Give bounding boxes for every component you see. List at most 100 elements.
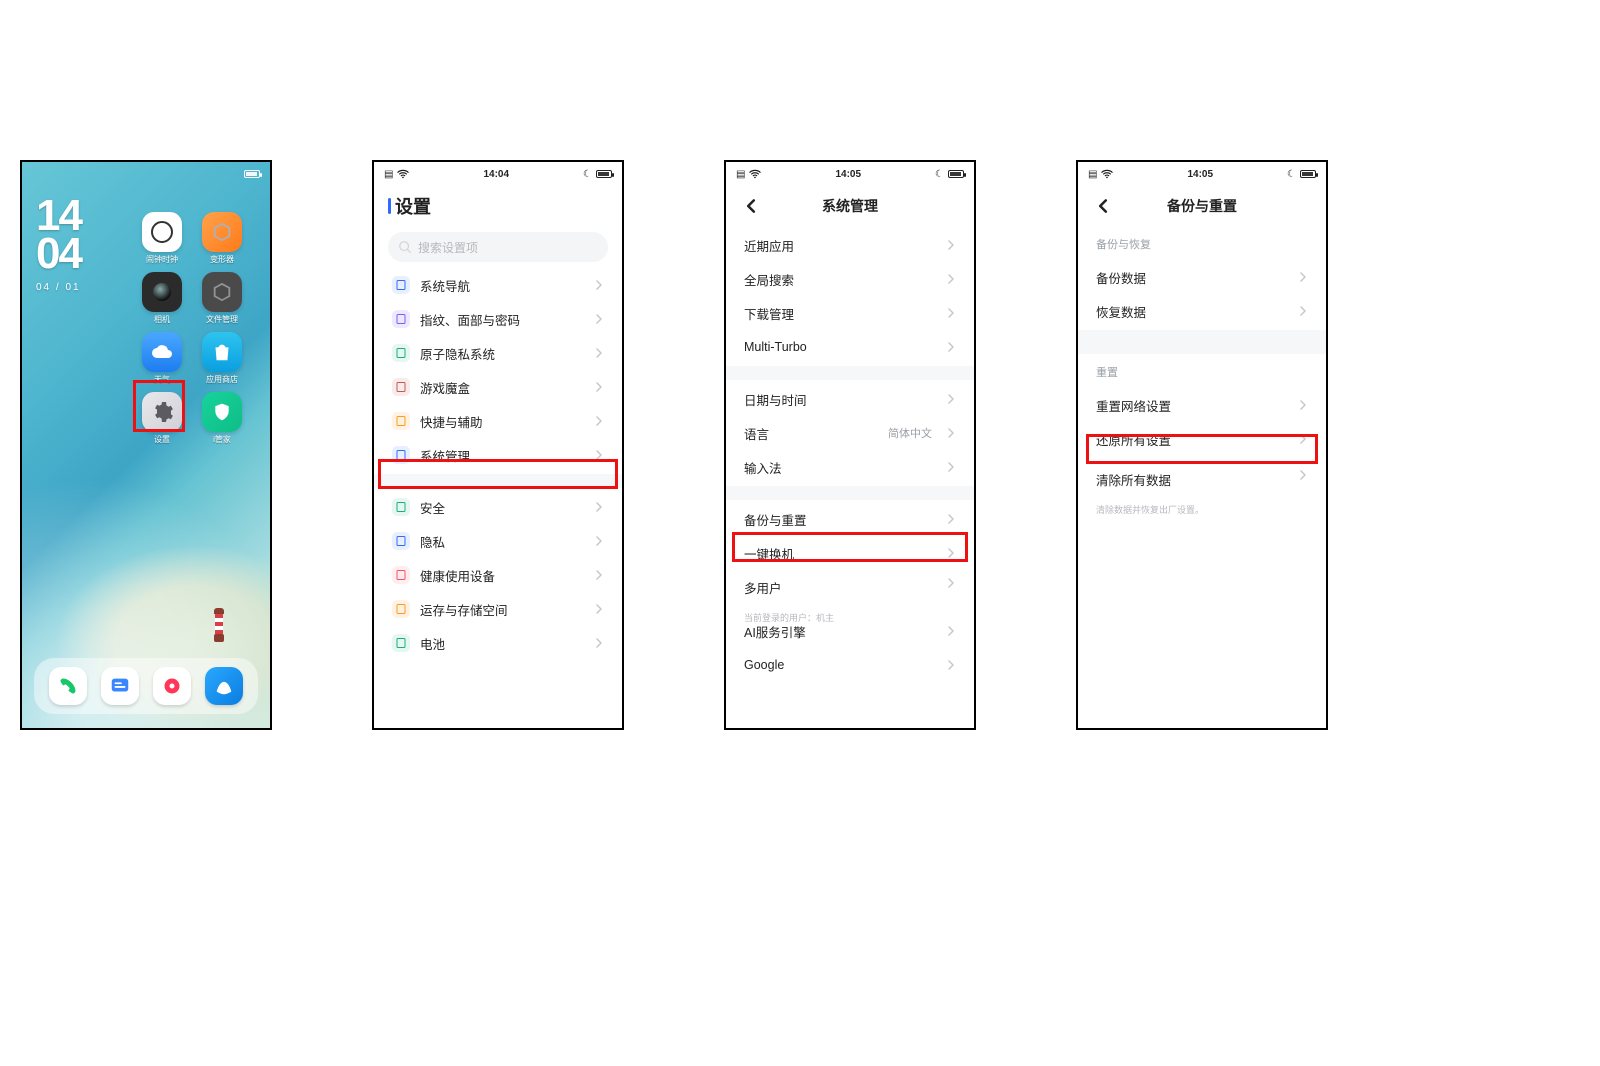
status-moon-icon: ☾ bbox=[583, 169, 592, 180]
row-restore-data[interactable]: 恢复数据 bbox=[1078, 294, 1326, 328]
status-time: 14:05 bbox=[1187, 169, 1213, 180]
browser-icon bbox=[213, 675, 235, 697]
status-bar: ▤ 14:04 ☾ bbox=[374, 162, 622, 186]
privacy-icon bbox=[392, 344, 410, 362]
row-system-mgmt[interactable]: 系统管理 bbox=[374, 438, 622, 472]
chevron-right-icon bbox=[946, 342, 956, 352]
sysmgmt-group-3: 备份与重置 一键换机 多用户 当前登录的用户：机主 AI服务引擎 Google bbox=[726, 500, 974, 684]
settings-group-1: 系统导航 指纹、面部与密码 原子隐私系统 游戏魔盒 快捷与辅助 系统管理 bbox=[374, 266, 622, 474]
settings-group-2: 安全 隐私 健康使用设备 运存与存储空间 电池 bbox=[374, 488, 622, 662]
themes-icon bbox=[202, 212, 242, 252]
chevron-right-icon bbox=[946, 308, 956, 318]
row-gamebox[interactable]: 游戏魔盒 bbox=[374, 370, 622, 404]
dock-music[interactable] bbox=[153, 667, 191, 705]
row-input-method[interactable]: 输入法 bbox=[726, 450, 974, 484]
row-backup-reset[interactable]: 备份与重置 bbox=[726, 502, 974, 536]
row-date-time[interactable]: 日期与时间 bbox=[726, 382, 974, 416]
phone-settings: ▤ 14:04 ☾ 设置 搜索设置项 系统导航 指纹、面部与密码 原子隐私系统 … bbox=[372, 160, 624, 730]
backup-section-2: 重置网络设置 还原所有设置 清除所有数据 清除数据并恢复出厂设置。 bbox=[1078, 386, 1326, 508]
row-privacy[interactable]: 隐私 bbox=[374, 524, 622, 558]
row-ai-engine[interactable]: AI服务引擎 bbox=[726, 614, 974, 648]
row-easy-share[interactable]: 一键换机 bbox=[726, 536, 974, 570]
row-global-search[interactable]: 全局搜索 bbox=[726, 262, 974, 296]
section-gap bbox=[726, 366, 974, 380]
battery-icon bbox=[1300, 170, 1316, 178]
section-gap bbox=[1078, 330, 1326, 354]
status-bar: ▤ 14:05 ☾ bbox=[726, 162, 974, 186]
status-carrier-icon: ▤ bbox=[384, 169, 393, 180]
status-carrier-icon: ▤ bbox=[736, 169, 745, 180]
row-recent-apps[interactable]: 近期应用 bbox=[726, 228, 974, 262]
chevron-right-icon bbox=[594, 348, 604, 358]
shortcut-icon bbox=[392, 412, 410, 430]
app-clock[interactable]: 闹钟时钟 bbox=[138, 212, 186, 268]
chevron-right-icon bbox=[946, 428, 956, 438]
storage-icon bbox=[392, 600, 410, 618]
messages-icon bbox=[109, 675, 131, 697]
row-backup-data[interactable]: 备份数据 bbox=[1078, 260, 1326, 294]
app-weather[interactable]: 天气 bbox=[138, 332, 186, 388]
chevron-right-icon bbox=[594, 314, 604, 324]
page-title: 设置 bbox=[388, 193, 431, 219]
chevron-right-icon bbox=[946, 514, 956, 524]
chevron-right-icon bbox=[1298, 400, 1308, 410]
status-bar: ▤ 14:05 ☾ bbox=[1078, 162, 1326, 186]
app-camera[interactable]: 相机 bbox=[138, 272, 186, 328]
section-label-reset: 重置 bbox=[1078, 354, 1326, 386]
dock-browser[interactable] bbox=[205, 667, 243, 705]
row-google[interactable]: Google bbox=[726, 648, 974, 682]
phone-icon bbox=[58, 676, 78, 696]
home-clock-widget: 14 04 04 / 01 bbox=[36, 198, 81, 293]
wifi-icon bbox=[1101, 169, 1113, 179]
row-language[interactable]: 语言简体中文 bbox=[726, 416, 974, 450]
backup-section-1: 备份数据 恢复数据 bbox=[1078, 258, 1326, 330]
chevron-right-icon bbox=[1298, 434, 1308, 444]
app-settings[interactable]: 设置 bbox=[138, 392, 186, 448]
chevron-right-icon bbox=[594, 502, 604, 512]
row-reset-all-settings[interactable]: 还原所有设置 bbox=[1078, 422, 1326, 456]
row-fingerprint[interactable]: 指纹、面部与密码 bbox=[374, 302, 622, 336]
row-download-mgmt[interactable]: 下载管理 bbox=[726, 296, 974, 330]
row-erase-all[interactable]: 清除所有数据 清除数据并恢复出厂设置。 bbox=[1078, 462, 1326, 506]
row-multi-turbo[interactable]: Multi-Turbo bbox=[726, 330, 974, 364]
app-imanager[interactable]: i管家 bbox=[198, 392, 246, 448]
row-storage[interactable]: 运存与存储空间 bbox=[374, 592, 622, 626]
page-title: 备份与重置 bbox=[1078, 196, 1326, 216]
row-sys-nav[interactable]: 系统导航 bbox=[374, 268, 622, 302]
chevron-right-icon bbox=[946, 548, 956, 558]
dock-phone[interactable] bbox=[49, 667, 87, 705]
chevron-right-icon bbox=[594, 280, 604, 290]
row-privacy-sys[interactable]: 原子隐私系统 bbox=[374, 336, 622, 370]
wifi-icon bbox=[749, 169, 761, 179]
app-themes[interactable]: 变形器 bbox=[198, 212, 246, 268]
wallpaper-lighthouse bbox=[212, 608, 226, 642]
app-store[interactable]: 应用商店 bbox=[198, 332, 246, 388]
clock-icon bbox=[142, 212, 182, 252]
dock-messages[interactable] bbox=[101, 667, 139, 705]
row-battery[interactable]: 电池 bbox=[374, 626, 622, 660]
row-erase-all-sub: 清除数据并恢复出厂设置。 bbox=[1096, 503, 1204, 516]
status-moon-icon: ☾ bbox=[1287, 169, 1296, 180]
chevron-right-icon bbox=[946, 660, 956, 670]
app-cube[interactable]: 文件管理 bbox=[198, 272, 246, 328]
phone-backup-reset: ▤ 14:05 ☾ 备份与重置 备份与恢复 备份数据 恢复数据 重置 重置网络设… bbox=[1076, 160, 1328, 730]
page-header: 备份与重置 bbox=[1078, 186, 1326, 226]
weather-icon bbox=[142, 332, 182, 372]
row-reset-network[interactable]: 重置网络设置 bbox=[1078, 388, 1326, 422]
search-placeholder: 搜索设置项 bbox=[418, 239, 478, 256]
row-security[interactable]: 安全 bbox=[374, 490, 622, 524]
sysmgmt-group-1: 近期应用 全局搜索 下载管理 Multi-Turbo bbox=[726, 226, 974, 366]
search-input[interactable]: 搜索设置项 bbox=[388, 232, 608, 262]
row-health[interactable]: 健康使用设备 bbox=[374, 558, 622, 592]
status-time: 14:04 bbox=[483, 169, 509, 180]
page-title: 系统管理 bbox=[726, 196, 974, 216]
row-shortcut[interactable]: 快捷与辅助 bbox=[374, 404, 622, 438]
battery-icon bbox=[948, 170, 964, 178]
row-multi-user[interactable]: 多用户 当前登录的用户：机主 bbox=[726, 570, 974, 614]
shield-icon bbox=[202, 392, 242, 432]
phone-home: ▤ 14:04 ☾ 14 04 04 / 01 闹钟时钟 变形器 相机 文件管理… bbox=[20, 160, 272, 730]
chevron-right-icon bbox=[1298, 306, 1308, 316]
page-header: 设置 bbox=[374, 186, 622, 226]
chevron-right-icon bbox=[594, 570, 604, 580]
section-label-backup: 备份与恢复 bbox=[1078, 226, 1326, 258]
